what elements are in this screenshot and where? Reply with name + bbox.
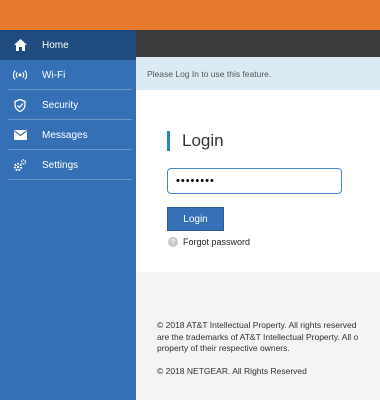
top-brand-band [0, 0, 380, 30]
sidebar-item-home[interactable]: Home [0, 30, 136, 60]
footer: © 2018 AT&T Intellectual Property. All r… [136, 272, 380, 400]
sidebar-item-label: Security [42, 99, 79, 111]
login-button[interactable]: Login [167, 207, 224, 231]
sidebar-item-messages[interactable]: Messages [0, 120, 136, 150]
forgot-password-link[interactable]: ? Forgot password [168, 237, 250, 247]
footer-line: © 2018 AT&T Intellectual Property. All r… [157, 320, 357, 330]
gears-icon [13, 158, 27, 172]
sidebar-item-label: Wi-Fi [42, 69, 66, 81]
sidebar-item-settings[interactable]: Settings [0, 150, 136, 180]
footer-line: are the trademarks of AT&T Intellectual … [157, 331, 359, 342]
sidebar-nav: Home Wi-Fi Security Messages Settings [0, 30, 136, 400]
sidebar-item-label: Home [42, 39, 69, 51]
shield-icon [13, 98, 27, 112]
password-field[interactable] [167, 168, 342, 194]
sidebar-item-label: Messages [42, 129, 88, 141]
envelope-icon [13, 128, 27, 142]
header-bar [136, 30, 380, 57]
sidebar-item-wifi[interactable]: Wi-Fi [0, 60, 136, 90]
notice-text: Please Log In to use this feature. [147, 68, 272, 79]
footer-line: property of their respective owners. [157, 343, 290, 353]
footer-copyright: © 2018 NETGEAR. All Rights Reserved [157, 366, 307, 376]
login-title: Login [167, 131, 224, 151]
login-notice-banner: Please Log In to use this feature. [136, 57, 380, 90]
wifi-icon [13, 68, 27, 82]
home-icon [13, 38, 27, 52]
question-icon: ? [168, 237, 178, 247]
login-panel: Login Login ? Forgot password [136, 90, 380, 272]
footer-legal-text: © 2018 AT&T Intellectual Property. All r… [157, 320, 380, 355]
forgot-password-label: Forgot password [183, 237, 251, 247]
sidebar-item-security[interactable]: Security [0, 90, 136, 120]
sidebar-item-label: Settings [42, 159, 79, 171]
